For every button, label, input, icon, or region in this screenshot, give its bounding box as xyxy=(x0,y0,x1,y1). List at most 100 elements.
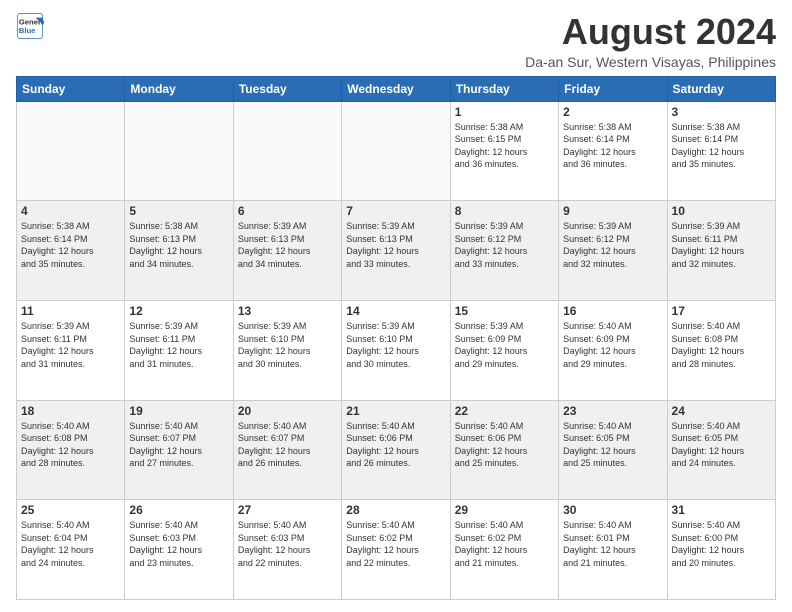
calendar-cell: 3 Sunrise: 5:38 AMSunset: 6:14 PMDaylight… xyxy=(667,101,775,201)
day-info: Sunrise: 5:40 AMSunset: 6:09 PMDaylight:… xyxy=(563,320,662,370)
day-number: 15 xyxy=(455,304,554,318)
day-number: 30 xyxy=(563,503,662,517)
day-number: 17 xyxy=(672,304,771,318)
day-number: 26 xyxy=(129,503,228,517)
day-info: Sunrise: 5:40 AMSunset: 6:05 PMDaylight:… xyxy=(563,420,662,470)
calendar-cell: 9 Sunrise: 5:39 AMSunset: 6:12 PMDaylight… xyxy=(559,201,667,301)
day-number: 24 xyxy=(672,404,771,418)
calendar-cell: 1 Sunrise: 5:38 AMSunset: 6:15 PMDaylight… xyxy=(450,101,558,201)
day-info: Sunrise: 5:38 AMSunset: 6:13 PMDaylight:… xyxy=(129,220,228,270)
day-number: 23 xyxy=(563,404,662,418)
day-number: 29 xyxy=(455,503,554,517)
logo: General Blue xyxy=(16,12,46,40)
day-info: Sunrise: 5:40 AMSunset: 6:08 PMDaylight:… xyxy=(672,320,771,370)
calendar-cell: 30 Sunrise: 5:40 AMSunset: 6:01 PMDayligh… xyxy=(559,500,667,600)
calendar-cell: 21 Sunrise: 5:40 AMSunset: 6:06 PMDayligh… xyxy=(342,400,450,500)
day-number: 14 xyxy=(346,304,445,318)
header-monday: Monday xyxy=(125,76,233,101)
day-info: Sunrise: 5:40 AMSunset: 6:00 PMDaylight:… xyxy=(672,519,771,569)
logo-icon: General Blue xyxy=(16,12,44,40)
svg-text:Blue: Blue xyxy=(19,26,36,35)
day-info: Sunrise: 5:38 AMSunset: 6:15 PMDaylight:… xyxy=(455,121,554,171)
calendar-cell: 25Sunrise: 5:40 AMSunset: 6:04 PMDayligh… xyxy=(17,500,125,600)
calendar-cell: 18Sunrise: 5:40 AMSunset: 6:08 PMDayligh… xyxy=(17,400,125,500)
calendar-cell: 6 Sunrise: 5:39 AMSunset: 6:13 PMDaylight… xyxy=(233,201,341,301)
header: General Blue August 2024 Da-an Sur, West… xyxy=(16,12,776,70)
calendar-cell: 29Sunrise: 5:40 AMSunset: 6:02 PMDayligh… xyxy=(450,500,558,600)
header-thursday: Thursday xyxy=(450,76,558,101)
calendar-cell: 23 Sunrise: 5:40 AMSunset: 6:05 PMDayligh… xyxy=(559,400,667,500)
calendar-cell xyxy=(342,101,450,201)
week-row-1: 1 Sunrise: 5:38 AMSunset: 6:15 PMDaylight… xyxy=(17,101,776,201)
calendar-cell: 4 Sunrise: 5:38 AMSunset: 6:14 PMDaylight… xyxy=(17,201,125,301)
header-sunday: Sunday xyxy=(17,76,125,101)
calendar-cell: 15 Sunrise: 5:39 AMSunset: 6:09 PMDayligh… xyxy=(450,300,558,400)
day-number: 3 xyxy=(672,105,771,119)
location: Da-an Sur, Western Visayas, Philippines xyxy=(525,54,776,70)
calendar-cell: 10Sunrise: 5:39 AMSunset: 6:11 PMDayligh… xyxy=(667,201,775,301)
week-row-2: 4 Sunrise: 5:38 AMSunset: 6:14 PMDaylight… xyxy=(17,201,776,301)
calendar-cell: 27Sunrise: 5:40 AMSunset: 6:03 PMDayligh… xyxy=(233,500,341,600)
day-info: Sunrise: 5:39 AMSunset: 6:11 PMDaylight:… xyxy=(21,320,120,370)
day-info: Sunrise: 5:39 AMSunset: 6:09 PMDaylight:… xyxy=(455,320,554,370)
month-title: August 2024 xyxy=(525,12,776,52)
day-info: Sunrise: 5:39 AMSunset: 6:11 PMDaylight:… xyxy=(672,220,771,270)
title-block: August 2024 Da-an Sur, Western Visayas, … xyxy=(525,12,776,70)
calendar-cell: 17 Sunrise: 5:40 AMSunset: 6:08 PMDayligh… xyxy=(667,300,775,400)
day-number: 6 xyxy=(238,204,337,218)
day-number: 8 xyxy=(455,204,554,218)
day-info: Sunrise: 5:40 AMSunset: 6:06 PMDaylight:… xyxy=(346,420,445,470)
day-info: Sunrise: 5:39 AMSunset: 6:13 PMDaylight:… xyxy=(346,220,445,270)
header-tuesday: Tuesday xyxy=(233,76,341,101)
calendar-cell: 13Sunrise: 5:39 AMSunset: 6:10 PMDayligh… xyxy=(233,300,341,400)
day-number: 9 xyxy=(563,204,662,218)
day-number: 21 xyxy=(346,404,445,418)
day-number: 31 xyxy=(672,503,771,517)
day-info: Sunrise: 5:39 AMSunset: 6:11 PMDaylight:… xyxy=(129,320,228,370)
calendar-cell: 14Sunrise: 5:39 AMSunset: 6:10 PMDayligh… xyxy=(342,300,450,400)
header-wednesday: Wednesday xyxy=(342,76,450,101)
day-info: Sunrise: 5:39 AMSunset: 6:13 PMDaylight:… xyxy=(238,220,337,270)
calendar-header-row: Sunday Monday Tuesday Wednesday Thursday… xyxy=(17,76,776,101)
day-number: 12 xyxy=(129,304,228,318)
day-info: Sunrise: 5:38 AMSunset: 6:14 PMDaylight:… xyxy=(563,121,662,171)
day-info: Sunrise: 5:40 AMSunset: 6:07 PMDaylight:… xyxy=(129,420,228,470)
calendar-cell xyxy=(17,101,125,201)
day-number: 22 xyxy=(455,404,554,418)
day-info: Sunrise: 5:39 AMSunset: 6:10 PMDaylight:… xyxy=(238,320,337,370)
calendar-cell: 16Sunrise: 5:40 AMSunset: 6:09 PMDayligh… xyxy=(559,300,667,400)
page: General Blue August 2024 Da-an Sur, West… xyxy=(0,0,792,612)
day-info: Sunrise: 5:39 AMSunset: 6:12 PMDaylight:… xyxy=(455,220,554,270)
day-number: 19 xyxy=(129,404,228,418)
day-info: Sunrise: 5:38 AMSunset: 6:14 PMDaylight:… xyxy=(21,220,120,270)
day-info: Sunrise: 5:38 AMSunset: 6:14 PMDaylight:… xyxy=(672,121,771,171)
calendar-cell: 24 Sunrise: 5:40 AMSunset: 6:05 PMDayligh… xyxy=(667,400,775,500)
day-info: Sunrise: 5:40 AMSunset: 6:06 PMDaylight:… xyxy=(455,420,554,470)
calendar-cell: 12 Sunrise: 5:39 AMSunset: 6:11 PMDayligh… xyxy=(125,300,233,400)
calendar-cell: 26Sunrise: 5:40 AMSunset: 6:03 PMDayligh… xyxy=(125,500,233,600)
day-info: Sunrise: 5:40 AMSunset: 6:03 PMDaylight:… xyxy=(238,519,337,569)
calendar-cell xyxy=(125,101,233,201)
calendar-cell: 31 Sunrise: 5:40 AMSunset: 6:00 PMDayligh… xyxy=(667,500,775,600)
week-row-5: 25Sunrise: 5:40 AMSunset: 6:04 PMDayligh… xyxy=(17,500,776,600)
day-number: 25 xyxy=(21,503,120,517)
week-row-4: 18Sunrise: 5:40 AMSunset: 6:08 PMDayligh… xyxy=(17,400,776,500)
calendar-cell: 11 Sunrise: 5:39 AMSunset: 6:11 PMDayligh… xyxy=(17,300,125,400)
header-saturday: Saturday xyxy=(667,76,775,101)
day-info: Sunrise: 5:40 AMSunset: 6:01 PMDaylight:… xyxy=(563,519,662,569)
day-info: Sunrise: 5:40 AMSunset: 6:08 PMDaylight:… xyxy=(21,420,120,470)
day-info: Sunrise: 5:40 AMSunset: 6:07 PMDaylight:… xyxy=(238,420,337,470)
day-number: 1 xyxy=(455,105,554,119)
calendar-cell xyxy=(233,101,341,201)
day-number: 4 xyxy=(21,204,120,218)
day-number: 11 xyxy=(21,304,120,318)
calendar-cell: 28Sunrise: 5:40 AMSunset: 6:02 PMDayligh… xyxy=(342,500,450,600)
calendar-cell: 8 Sunrise: 5:39 AMSunset: 6:12 PMDaylight… xyxy=(450,201,558,301)
day-info: Sunrise: 5:39 AMSunset: 6:12 PMDaylight:… xyxy=(563,220,662,270)
calendar-cell: 7Sunrise: 5:39 AMSunset: 6:13 PMDaylight… xyxy=(342,201,450,301)
day-number: 2 xyxy=(563,105,662,119)
calendar-cell: 22 Sunrise: 5:40 AMSunset: 6:06 PMDayligh… xyxy=(450,400,558,500)
week-row-3: 11 Sunrise: 5:39 AMSunset: 6:11 PMDayligh… xyxy=(17,300,776,400)
day-info: Sunrise: 5:40 AMSunset: 6:05 PMDaylight:… xyxy=(672,420,771,470)
calendar-cell: 2 Sunrise: 5:38 AMSunset: 6:14 PMDaylight… xyxy=(559,101,667,201)
